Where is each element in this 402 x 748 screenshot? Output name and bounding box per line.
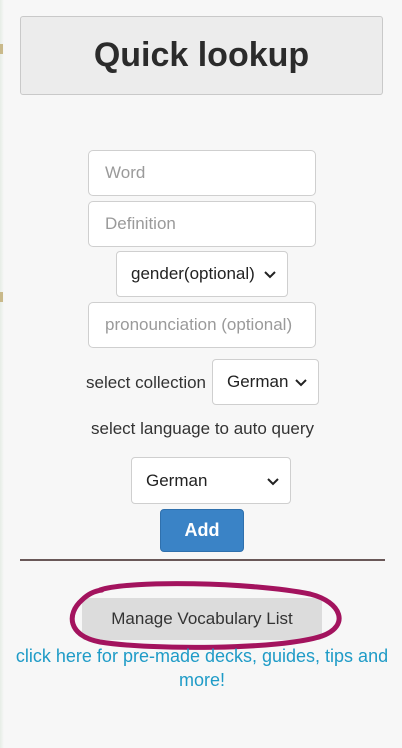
add-button[interactable]: Add xyxy=(160,509,244,552)
definition-input[interactable] xyxy=(88,201,316,247)
gender-select-value: gender(optional) xyxy=(131,264,255,283)
chevron-down-icon xyxy=(295,379,307,387)
left-edge-strip xyxy=(0,0,4,748)
language-select[interactable]: German xyxy=(131,457,291,504)
manage-vocabulary-button[interactable]: Manage Vocabulary List xyxy=(82,598,322,640)
divider xyxy=(20,559,385,561)
collection-select-value: German xyxy=(227,372,289,391)
gender-select[interactable]: gender(optional) xyxy=(116,251,288,297)
language-label: select language to auto query xyxy=(91,419,315,438)
pronunciation-input[interactable] xyxy=(88,302,316,348)
page-title: Quick lookup xyxy=(20,16,383,95)
edge-mark xyxy=(0,292,3,302)
chevron-down-icon xyxy=(267,477,279,485)
language-select-value: German xyxy=(146,470,208,490)
edge-mark xyxy=(0,44,3,54)
collection-label: select collection xyxy=(86,373,207,392)
collection-select[interactable]: German xyxy=(212,359,319,405)
chevron-down-icon xyxy=(264,271,276,279)
word-input[interactable] xyxy=(88,150,316,196)
resources-link[interactable]: click here for pre-made decks, guides, t… xyxy=(10,644,394,692)
